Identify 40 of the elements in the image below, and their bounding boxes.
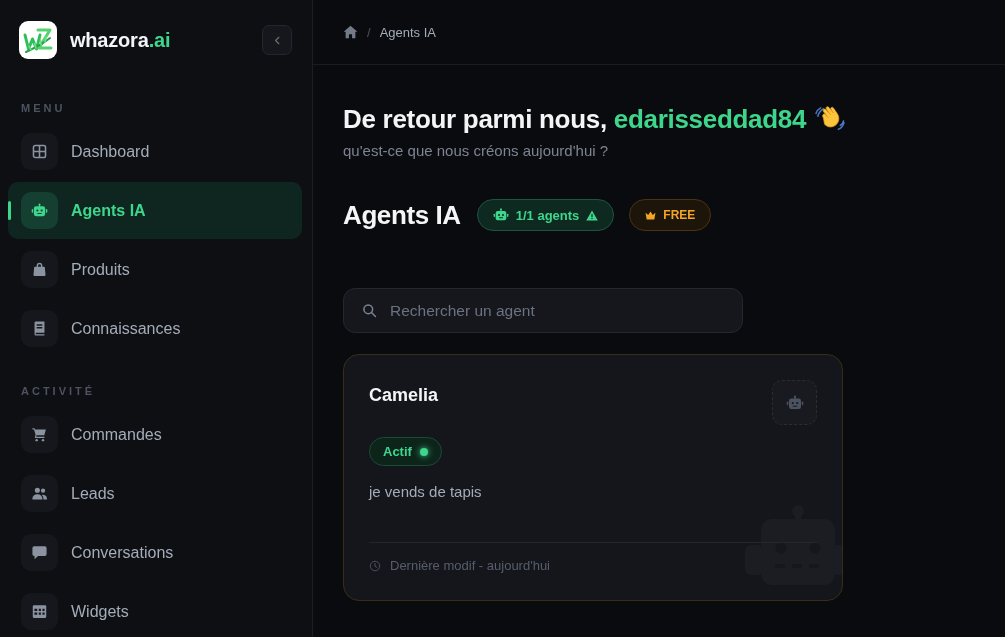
nav-item[interactable]: Leads	[8, 465, 302, 522]
brand-logo	[19, 21, 57, 59]
nav-item[interactable]: Dashboard	[8, 123, 302, 180]
shopping-bag-icon	[21, 251, 58, 288]
section-label: ACTIVITÉ	[20, 384, 97, 398]
clock-icon	[369, 559, 381, 572]
agent-count-text: 1/1 agents	[515, 207, 580, 223]
breadcrumb-separator: /	[367, 24, 371, 40]
nav-item[interactable]: Widgets	[8, 583, 302, 637]
nav-item[interactable]: Conversations	[8, 524, 302, 581]
nav-item[interactable]: Commandes	[8, 406, 302, 463]
robot-icon	[21, 192, 58, 229]
search-icon	[362, 303, 377, 318]
brand-name: whazora.ai	[70, 28, 171, 52]
table-icon	[21, 593, 58, 630]
status-text: Actif	[383, 444, 412, 459]
agent-name: Camelia	[369, 384, 439, 407]
section-label: MENU	[20, 101, 67, 115]
book-icon	[21, 310, 58, 347]
waving-hand-icon	[814, 105, 847, 133]
search-field[interactable]: Rechercher un agent	[343, 288, 743, 333]
greeting-heading: De retour parmi nous, edarisseddad84	[343, 103, 807, 136]
last-modified-text: Dernière modif - aujourd'hui	[390, 558, 550, 573]
breadcrumb-current: Agents IA	[379, 24, 436, 40]
grid-icon	[21, 133, 58, 170]
page-title: Agents IA	[343, 199, 461, 231]
agent-description: je vends de tapis	[369, 482, 483, 501]
users-icon	[21, 475, 58, 512]
plan-name: FREE	[663, 208, 696, 222]
nav-item[interactable]: Produits	[8, 241, 302, 298]
crown-icon	[645, 210, 657, 220]
nav-item[interactable]: Agents IA	[8, 182, 302, 239]
chat-bubble-icon	[21, 534, 58, 571]
nav-item[interactable]: Connaissances	[8, 300, 302, 357]
agent-card[interactable]: Camelia Actif je vends de tapis Dernière modif - aujourd'hui	[343, 354, 843, 601]
home-icon[interactable]	[343, 25, 358, 39]
subtitle: qu'est-ce que nous créons aujourd'hui ?	[343, 141, 610, 160]
robot-icon	[772, 380, 817, 425]
robot-icon	[492, 207, 509, 223]
cart-icon	[21, 416, 58, 453]
